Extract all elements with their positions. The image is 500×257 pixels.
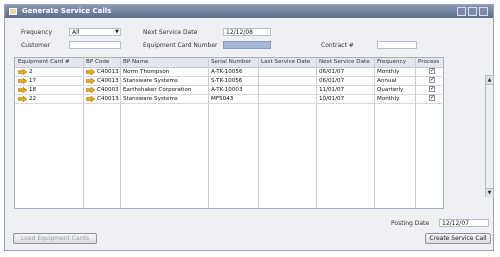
table-row[interactable]: 2 C40013 Norm Thompson A-TK-10056 06/01/… xyxy=(15,68,443,77)
col-process[interactable]: Process xyxy=(418,59,439,65)
vertical-scrollbar[interactable]: ▲ ▼ xyxy=(485,75,494,197)
col-next-service-date[interactable]: Next Service Date xyxy=(319,59,370,65)
col-bp-code[interactable]: BP Code xyxy=(86,59,109,65)
link-arrow-icon[interactable] xyxy=(18,87,27,93)
bp-name-cell: Earthshaker Corporation xyxy=(123,87,192,93)
generate-service-calls-window: Generate Service Calls Frequency All ▼ C… xyxy=(4,4,494,251)
next-service-cell: 11/01/07 xyxy=(319,87,345,93)
maximize-icon[interactable] xyxy=(468,7,477,16)
contract-input[interactable] xyxy=(377,41,417,49)
serial-cell: S-TK-10056 xyxy=(211,78,243,84)
posting-date-value: 12/12/07 xyxy=(442,220,469,227)
window-icon xyxy=(9,8,17,15)
process-checkbox[interactable]: ✓ xyxy=(429,68,435,74)
link-arrow-icon[interactable] xyxy=(86,96,95,102)
chevron-down-icon: ▼ xyxy=(115,29,119,35)
equipment-card-cell: 18 xyxy=(29,87,37,93)
posting-date-label: Posting Date xyxy=(391,220,430,227)
col-bp-name[interactable]: BP Name xyxy=(123,59,149,65)
col-last-service-date[interactable]: Last Service Date xyxy=(261,59,310,65)
table-row[interactable]: 22 C40013 Stansware Systems MF5043 10/01… xyxy=(15,95,443,104)
bp-code-cell: C40013 xyxy=(97,96,119,102)
process-checkbox[interactable]: ✓ xyxy=(429,86,435,92)
customer-label: Customer xyxy=(21,42,51,49)
next-service-date-input[interactable]: 12/12/08 xyxy=(223,28,271,36)
window-title: Generate Service Calls xyxy=(22,7,112,15)
table-row[interactable]: 18 C40003 Earthshaker Corporation A-TK-1… xyxy=(15,86,443,95)
minimize-icon[interactable] xyxy=(457,7,466,16)
col-equipment-card[interactable]: Equipment Card # xyxy=(18,59,70,65)
serial-cell: A-TK-10056 xyxy=(211,69,243,75)
frequency-cell: Monthly xyxy=(377,69,400,75)
bp-name-cell: Stansware Systems xyxy=(123,96,178,102)
frequency-cell: Quarterly xyxy=(377,87,404,93)
process-checkbox[interactable]: ✓ xyxy=(429,95,435,101)
serial-cell: A-TK-10003 xyxy=(211,87,243,93)
frequency-cell: Monthly xyxy=(377,96,400,102)
next-service-cell: 06/01/07 xyxy=(319,78,345,84)
equipment-card-number-label: Equipment Card Number xyxy=(143,42,218,49)
bp-code-cell: C40003 xyxy=(97,87,119,93)
customer-input[interactable] xyxy=(69,41,121,49)
posting-date-input[interactable]: 12/12/07 xyxy=(439,219,489,227)
create-service-call-button[interactable]: Create Service Call xyxy=(425,233,491,244)
next-service-cell: 10/01/07 xyxy=(319,96,345,102)
grid-header: Equipment Card # BP Code BP Name Serial … xyxy=(15,58,443,68)
close-icon[interactable] xyxy=(479,7,488,16)
bp-code-cell: C40013 xyxy=(97,69,119,75)
col-serial-number[interactable]: Serial Number xyxy=(211,59,251,65)
next-service-cell: 06/01/07 xyxy=(319,69,345,75)
equipment-card-cell: 17 xyxy=(29,78,37,84)
equipment-card-cell: 2 xyxy=(29,69,33,75)
scroll-down-icon[interactable]: ▼ xyxy=(486,188,493,197)
scroll-up-icon[interactable]: ▲ xyxy=(486,76,493,85)
next-service-date-label: Next Service Date xyxy=(143,29,198,36)
title-bar: Generate Service Calls xyxy=(5,5,493,18)
link-arrow-icon[interactable] xyxy=(18,69,27,75)
link-arrow-icon[interactable] xyxy=(86,78,95,84)
bp-name-cell: Stansware Systems xyxy=(123,78,178,84)
link-arrow-icon[interactable] xyxy=(18,78,27,84)
frequency-select[interactable]: All ▼ xyxy=(69,28,121,36)
equipment-grid: Equipment Card # BP Code BP Name Serial … xyxy=(14,57,444,209)
process-checkbox[interactable]: ✓ xyxy=(429,77,435,83)
contract-label: Contract # xyxy=(321,42,354,49)
frequency-label: Frequency xyxy=(21,29,52,36)
serial-cell: MF5043 xyxy=(211,96,234,102)
col-frequency[interactable]: Frequency xyxy=(377,59,406,65)
bp-code-cell: C40013 xyxy=(97,78,119,84)
link-arrow-icon[interactable] xyxy=(86,87,95,93)
link-arrow-icon[interactable] xyxy=(86,69,95,75)
table-row[interactable]: 17 C40013 Stansware Systems S-TK-10056 0… xyxy=(15,77,443,86)
equipment-card-number-input[interactable] xyxy=(223,41,271,49)
frequency-cell: Annual xyxy=(377,78,397,84)
frequency-value: All xyxy=(72,29,80,36)
next-service-date-value: 12/12/08 xyxy=(226,29,253,36)
link-arrow-icon[interactable] xyxy=(18,96,27,102)
load-equipment-cards-button[interactable]: Load Equipment Cards xyxy=(13,233,97,244)
bp-name-cell: Norm Thompson xyxy=(123,69,170,75)
equipment-card-cell: 22 xyxy=(29,96,37,102)
